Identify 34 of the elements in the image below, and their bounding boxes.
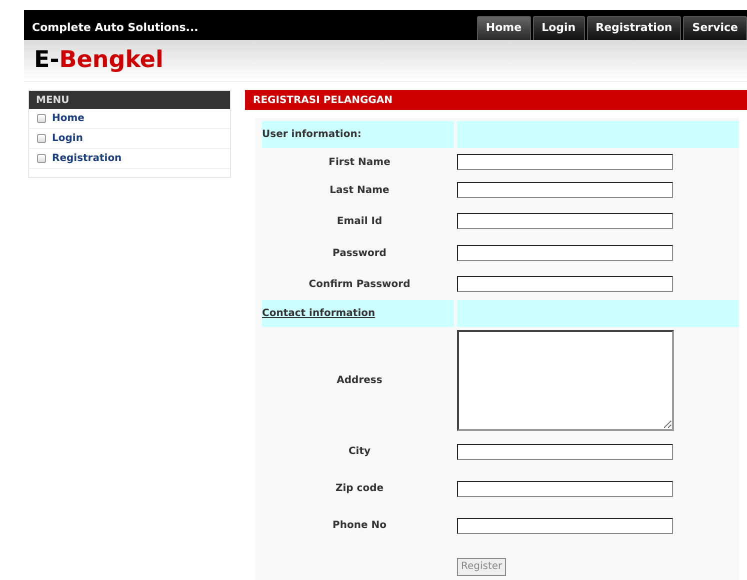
menu-header: MENU	[29, 91, 230, 109]
text-field[interactable]	[457, 245, 673, 261]
field-label: Last Name	[328, 184, 390, 198]
nav-tab[interactable]: Login	[532, 16, 585, 40]
text-field[interactable]	[457, 276, 673, 292]
address-field[interactable]	[457, 330, 674, 430]
text-field[interactable]	[457, 182, 673, 198]
section-label: Contact information	[262, 307, 376, 321]
field-label: Address	[336, 374, 384, 388]
field-label: First Name	[328, 156, 392, 170]
field-label: City	[347, 445, 372, 459]
field-label: Password	[332, 246, 388, 260]
bullet-icon	[37, 114, 46, 123]
tagline: Complete Auto Solutions...	[32, 20, 198, 36]
field-label: Confirm Password	[308, 278, 412, 292]
menu-link[interactable]: Registration	[52, 151, 122, 166]
bullet-icon	[37, 134, 46, 143]
text-field[interactable]	[457, 518, 673, 534]
section-title-bar: REGISTRASI PELANGGAN	[245, 90, 747, 110]
text-field[interactable]	[457, 444, 673, 460]
menu-link[interactable]: Home	[52, 111, 84, 126]
section-label: User information:	[262, 128, 362, 142]
nav-tab[interactable]: Service	[683, 16, 747, 40]
menu-link[interactable]: Login	[52, 131, 83, 146]
field-label: Zip code	[334, 482, 385, 496]
text-field[interactable]	[457, 154, 673, 170]
bullet-icon	[37, 154, 46, 163]
text-field[interactable]	[457, 213, 673, 229]
nav-tab[interactable]: Home	[476, 16, 531, 40]
text-field[interactable]	[457, 480, 673, 496]
field-label: Email Id	[336, 214, 384, 228]
nav-tab[interactable]: Registration	[586, 16, 682, 40]
field-label: Phone No	[332, 519, 388, 533]
logo[interactable]: E-Bengkel	[34, 49, 164, 72]
